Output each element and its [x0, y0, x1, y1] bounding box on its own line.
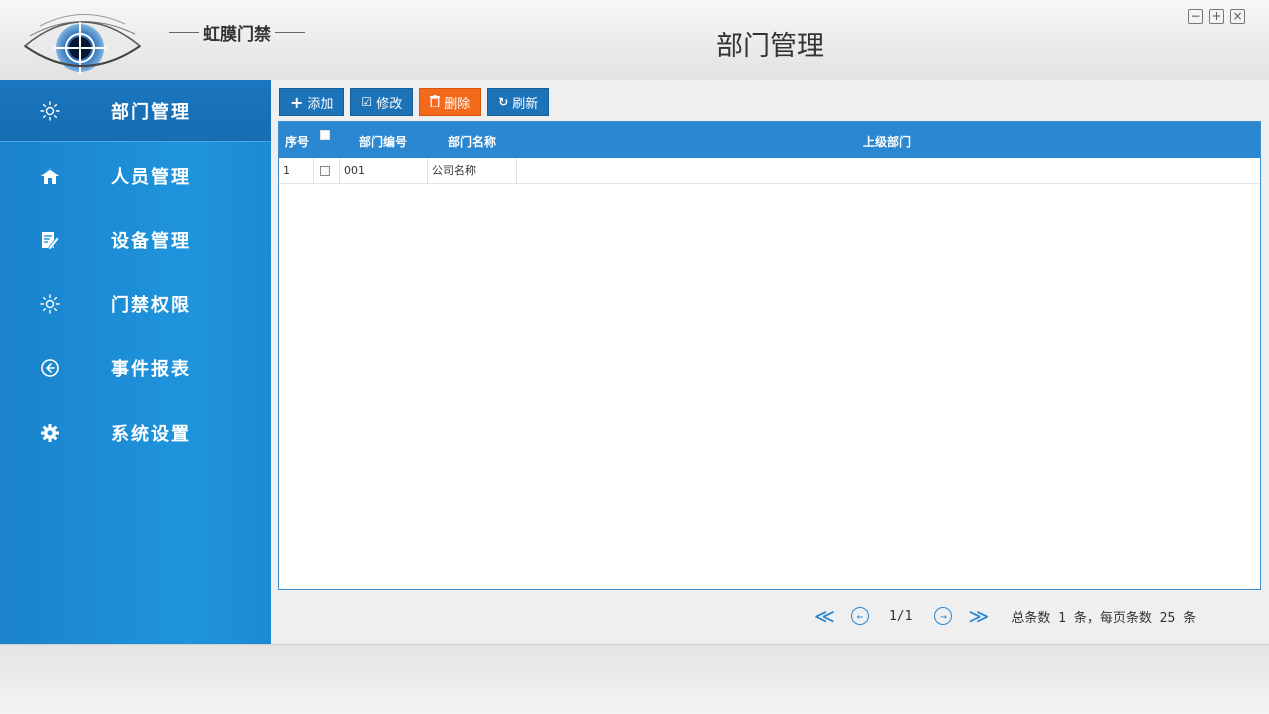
- last-page-button[interactable]: ≫: [968, 604, 989, 628]
- pagination: ≪ ← 1/1 → ≫ 总条数 1 条，每页条数 25 条: [814, 604, 1196, 628]
- sidebar-item-department[interactable]: 部门管理: [0, 80, 271, 142]
- sidebar-item-label: 事件报表: [111, 359, 191, 380]
- footer: [0, 644, 1269, 714]
- app-header: 虹膜门禁 部门管理 − + ×: [0, 0, 1269, 80]
- trash-icon: [430, 94, 441, 110]
- sidebar-item-personnel[interactable]: 人员管理: [0, 145, 271, 207]
- sidebar-item-label: 人员管理: [111, 167, 191, 188]
- sidebar-item-label: 部门管理: [111, 101, 191, 123]
- sidebar-item-access-permission[interactable]: 门禁权限: [0, 273, 271, 335]
- brand-divider-right: [275, 32, 305, 33]
- sidebar-item-event-report[interactable]: 事件报表: [0, 337, 271, 399]
- sun-icon: [38, 99, 62, 123]
- brand-divider-left: [169, 32, 199, 33]
- cell-parent: [517, 158, 521, 184]
- add-button-label: 添加: [307, 96, 334, 112]
- sidebar: 部门管理 人员管理 设备管理 门禁权限 事件报表 系统设置: [0, 80, 271, 644]
- edit-button[interactable]: ☑ 修改: [350, 88, 414, 116]
- delete-button[interactable]: 删除: [419, 88, 482, 116]
- cell-index: 1: [279, 158, 314, 184]
- minimize-button[interactable]: −: [1188, 9, 1203, 24]
- brand-label: 虹膜门禁: [203, 25, 271, 45]
- sun-icon: [38, 292, 62, 316]
- close-button[interactable]: ×: [1230, 9, 1245, 24]
- sidebar-item-system-settings[interactable]: 系统设置: [0, 402, 271, 464]
- next-page-button[interactable]: →: [934, 607, 953, 625]
- pager-summary: 总条数 1 条，每页条数 25 条: [1011, 610, 1197, 626]
- plus-icon: +: [290, 92, 304, 112]
- sidebar-item-label: 系统设置: [111, 424, 191, 445]
- column-parent[interactable]: 上级部门: [863, 133, 911, 150]
- department-table: 序号 部门编号 部门名称 上级部门 1 001 公司名称: [278, 121, 1261, 590]
- refresh-icon: ↻: [498, 95, 509, 109]
- gear-icon: [38, 421, 62, 445]
- arrow-left-circle-icon: [38, 356, 62, 380]
- toolbar: + 添加 ☑ 修改 删除 ↻ 刷新: [279, 88, 550, 116]
- refresh-button-label: 刷新: [512, 96, 539, 112]
- cell-code: 001: [340, 158, 428, 184]
- edit-icon: [38, 228, 62, 252]
- sidebar-item-label: 门禁权限: [111, 295, 191, 316]
- select-all-checkbox[interactable]: [320, 130, 330, 140]
- refresh-button[interactable]: ↻ 刷新: [487, 88, 550, 116]
- column-index: 序号: [285, 135, 310, 149]
- window-controls: − + ×: [1188, 9, 1245, 24]
- page-indicator: 1/1: [888, 608, 913, 624]
- table-header: 序号 部门编号 部门名称 上级部门: [279, 122, 1260, 158]
- sidebar-item-label: 设备管理: [111, 231, 191, 252]
- maximize-button[interactable]: +: [1209, 9, 1224, 24]
- column-name[interactable]: 部门名称: [448, 133, 496, 150]
- row-checkbox[interactable]: [320, 166, 330, 176]
- sidebar-item-device[interactable]: 设备管理: [0, 209, 271, 271]
- page-title: 部门管理: [716, 31, 824, 62]
- cell-name: 公司名称: [428, 158, 517, 184]
- table-row[interactable]: 1 001 公司名称: [279, 158, 1260, 184]
- home-icon: [38, 164, 62, 188]
- delete-button-label: 删除: [444, 96, 471, 112]
- column-code[interactable]: 部门编号: [359, 133, 407, 150]
- first-page-button[interactable]: ≪: [814, 604, 835, 628]
- add-button[interactable]: + 添加: [279, 88, 345, 116]
- prev-page-button[interactable]: ←: [850, 607, 869, 625]
- eye-logo: [23, 14, 142, 74]
- edit-button-label: 修改: [376, 96, 403, 112]
- app-brand: 虹膜门禁: [165, 20, 309, 45]
- check-square-icon: ☑: [361, 95, 373, 109]
